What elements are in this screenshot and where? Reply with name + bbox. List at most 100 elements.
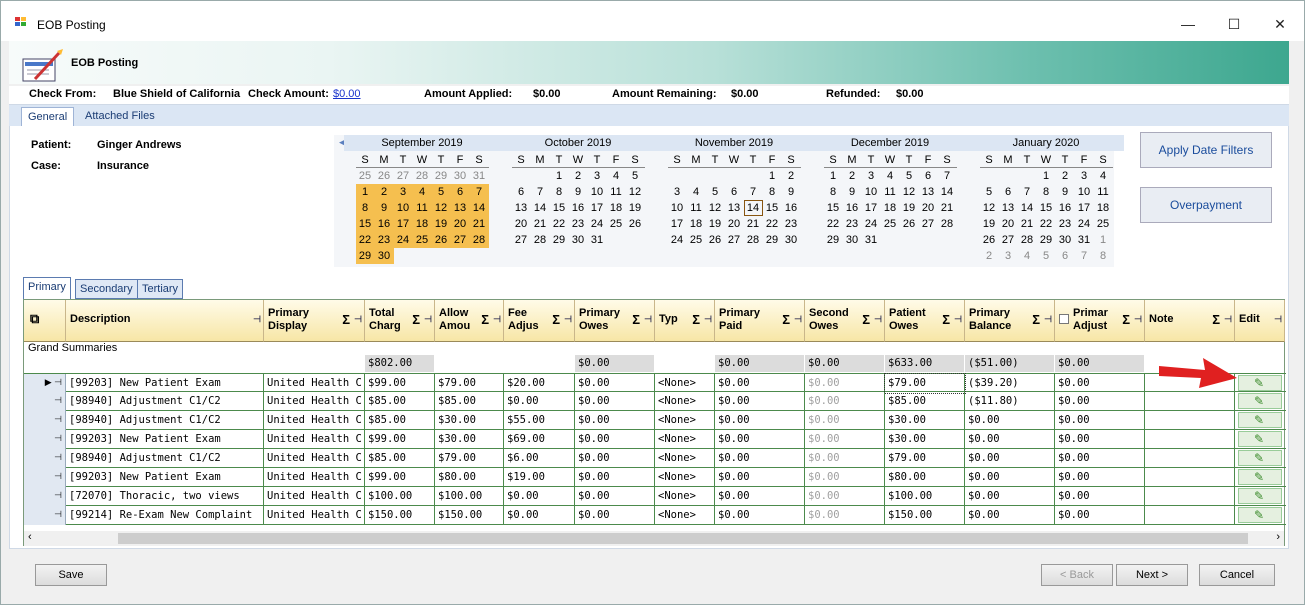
table-cell[interactable]: $0.00 xyxy=(805,374,885,393)
row-selector[interactable]: ⊣ xyxy=(24,449,66,468)
table-cell[interactable]: $0.00 xyxy=(1055,411,1145,430)
table-cell[interactable]: $30.00 xyxy=(435,430,504,449)
calendar-day[interactable]: 5 xyxy=(1037,248,1056,264)
sum-icon[interactable]: Σ xyxy=(1032,313,1040,326)
table-cell[interactable] xyxy=(1145,468,1235,487)
calendar-day[interactable]: 17 xyxy=(393,216,413,232)
calendar-day[interactable]: 12 xyxy=(431,200,451,216)
calendar-day[interactable]: 11 xyxy=(687,200,706,216)
calendar-day[interactable]: 10 xyxy=(393,200,413,216)
calendar-day[interactable]: 1 xyxy=(550,168,569,184)
sum-icon[interactable]: Σ xyxy=(1122,313,1130,326)
calendar-day[interactable]: 13 xyxy=(512,200,531,216)
table-cell[interactable]: $0.00 xyxy=(575,374,655,393)
calendar-day[interactable]: 22 xyxy=(763,216,782,232)
sum-icon[interactable]: Σ xyxy=(481,313,489,326)
calendar-day[interactable]: 2 xyxy=(1056,168,1075,184)
calendar-day[interactable]: 2 xyxy=(980,248,999,264)
calendar-day[interactable]: 16 xyxy=(374,216,394,232)
table-cell[interactable]: $0.00 xyxy=(715,374,805,393)
table-cell[interactable]: $0.00 xyxy=(1055,374,1145,393)
calendar-day[interactable]: 30 xyxy=(451,168,470,184)
column-header[interactable]: Primary Display Σ ⊣ xyxy=(264,300,365,342)
pin-icon[interactable]: ⊣ xyxy=(354,313,362,326)
calendar-day[interactable]: 28 xyxy=(469,232,489,248)
calendar-day[interactable]: 15 xyxy=(763,200,782,216)
table-cell[interactable]: [99203] New Patient Exam xyxy=(66,468,264,487)
calendar-day[interactable]: 12 xyxy=(900,184,919,200)
pin-icon[interactable]: ⊣ xyxy=(1134,313,1142,326)
table-cell[interactable]: ($39.20) xyxy=(965,374,1055,393)
calendar-day[interactable]: 9 xyxy=(569,184,588,200)
calendar-day[interactable]: 3 xyxy=(393,184,413,200)
calendar-day[interactable]: 4 xyxy=(1094,168,1113,184)
calendar-day[interactable]: 29 xyxy=(550,232,569,248)
edit-button[interactable]: ✎ xyxy=(1238,375,1282,391)
column-header[interactable]: Second Owes Σ ⊣ xyxy=(805,300,885,342)
table-cell[interactable]: $0.00 xyxy=(805,411,885,430)
calendar-day[interactable]: 18 xyxy=(687,216,706,232)
row-selector[interactable]: ⊣ xyxy=(24,411,66,430)
table-cell[interactable]: $0.00 xyxy=(965,506,1055,525)
back-button[interactable]: < Back xyxy=(1041,564,1113,586)
calendar-day[interactable]: 7 xyxy=(531,184,550,200)
calendar-day[interactable]: 26 xyxy=(900,216,919,232)
table-row[interactable]: ⊣ [99203] New Patient Exam United Health C… xyxy=(24,430,1286,449)
table-cell[interactable]: $0.00 xyxy=(715,468,805,487)
calendar-day[interactable]: 17 xyxy=(588,200,607,216)
table-cell[interactable]: $79.00 xyxy=(885,449,965,468)
calendar-day[interactable]: 10 xyxy=(668,200,687,216)
table-cell[interactable]: $79.00 xyxy=(884,373,966,394)
calendar-day[interactable]: 6 xyxy=(919,168,938,184)
scrollbar-thumb[interactable] xyxy=(118,533,1248,544)
calendar-day[interactable]: 25 xyxy=(1094,216,1113,232)
calendar-day[interactable]: 8 xyxy=(763,184,782,200)
calendar-day[interactable]: 8 xyxy=(550,184,569,200)
table-row[interactable]: ⊣ [99203] New Patient Exam United Health C… xyxy=(24,468,1286,487)
table-cell[interactable]: United Health C... xyxy=(264,392,365,411)
sum-icon[interactable]: Σ xyxy=(862,313,870,326)
table-cell[interactable] xyxy=(1145,487,1235,506)
table-cell[interactable]: United Health C... xyxy=(264,430,365,449)
calendar-day[interactable]: 2 xyxy=(569,168,588,184)
calendar-day[interactable]: 1 xyxy=(1094,232,1113,248)
calendar-day[interactable]: 1 xyxy=(824,168,843,184)
table-cell[interactable]: $0.00 xyxy=(805,468,885,487)
table-cell[interactable]: [98940] Adjustment C1/C2 xyxy=(66,449,264,468)
calendar-day[interactable]: 18 xyxy=(607,200,626,216)
calendar-day[interactable]: 14 xyxy=(938,184,957,200)
pin-icon[interactable]: ⊣ xyxy=(253,313,261,326)
table-cell[interactable]: $0.00 xyxy=(504,487,575,506)
calendar-day[interactable]: 19 xyxy=(980,216,999,232)
row-selector[interactable]: ▶ ⊣ xyxy=(24,374,66,393)
table-cell[interactable]: $100.00 xyxy=(885,487,965,506)
calendar-day[interactable]: 7 xyxy=(938,168,957,184)
calendar-day[interactable]: 7 xyxy=(469,184,489,200)
table-cell[interactable]: $30.00 xyxy=(885,411,965,430)
table-cell[interactable]: $0.00 xyxy=(965,468,1055,487)
calendar-day[interactable]: 22 xyxy=(824,216,843,232)
table-cell[interactable]: $0.00 xyxy=(965,411,1055,430)
table-cell[interactable]: ($11.80) xyxy=(965,392,1055,411)
calendar-day[interactable]: 29 xyxy=(1037,232,1056,248)
table-cell[interactable]: $0.00 xyxy=(1055,449,1145,468)
calendar-day[interactable]: 11 xyxy=(607,184,626,200)
table-cell[interactable]: $0.00 xyxy=(805,487,885,506)
table-row[interactable]: ⊣ [98940] Adjustment C1/C2 United Health C… xyxy=(24,411,1286,430)
row-selector[interactable]: ⊣ xyxy=(24,506,66,525)
table-cell[interactable]: $0.00 xyxy=(575,411,655,430)
calendar-day[interactable]: 29 xyxy=(432,168,451,184)
table-cell[interactable]: $0.00 xyxy=(805,430,885,449)
pin-icon[interactable]: ⊣ xyxy=(874,313,882,326)
calendar-day[interactable]: 5 xyxy=(706,184,725,200)
calendar-day[interactable]: 22 xyxy=(355,232,375,248)
column-header[interactable]: Primary Paid Σ ⊣ xyxy=(715,300,805,342)
table-row[interactable]: ▶ ⊣ [99203] New Patient Exam United Health… xyxy=(24,373,1286,394)
table-cell[interactable]: United Health C... xyxy=(264,506,365,525)
table-cell[interactable]: $0.00 xyxy=(805,506,885,525)
calendar-day[interactable]: 13 xyxy=(725,200,744,216)
edit-button[interactable]: ✎ xyxy=(1238,393,1282,409)
calendar-day[interactable]: 28 xyxy=(1018,232,1037,248)
table-cell[interactable]: $100.00 xyxy=(435,487,504,506)
horizontal-scrollbar[interactable]: ‹ › xyxy=(24,531,1284,546)
